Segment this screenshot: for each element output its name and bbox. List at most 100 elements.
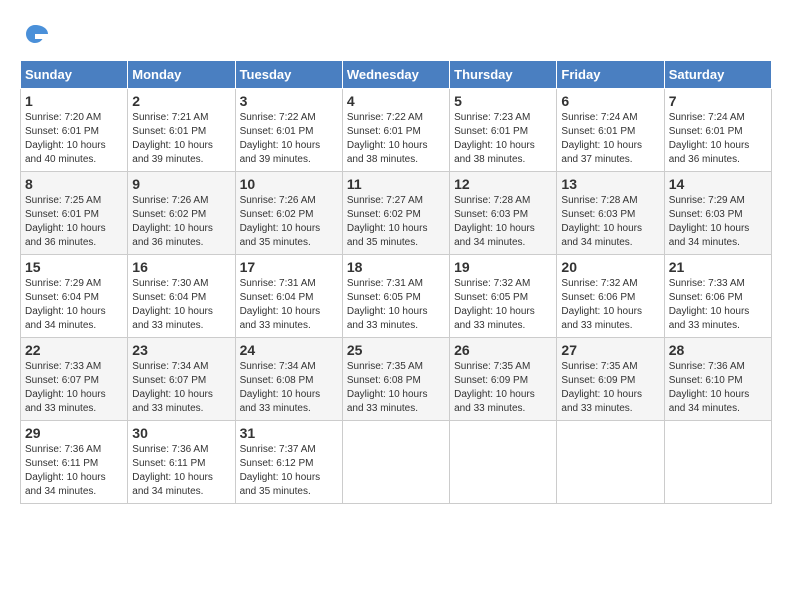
day-info: Sunrise: 7:26 AMSunset: 6:02 PMDaylight:…	[132, 194, 230, 250]
calendar-cell	[450, 421, 557, 504]
day-info: Sunrise: 7:28 AMSunset: 6:03 PMDaylight:…	[561, 194, 659, 250]
calendar-week-row: 15 Sunrise: 7:29 AMSunset: 6:04 PMDayligh…	[21, 255, 772, 338]
calendar-cell	[557, 421, 664, 504]
calendar-cell: 18 Sunrise: 7:31 AMSunset: 6:05 PMDayligh…	[342, 255, 449, 338]
weekday-header-row: SundayMondayTuesdayWednesdayThursdayFrid…	[21, 61, 772, 89]
day-number: 14	[669, 176, 767, 192]
day-number: 18	[347, 259, 445, 275]
day-info: Sunrise: 7:23 AMSunset: 6:01 PMDaylight:…	[454, 111, 552, 167]
day-number: 26	[454, 342, 552, 358]
day-info: Sunrise: 7:27 AMSunset: 6:02 PMDaylight:…	[347, 194, 445, 250]
calendar-cell: 1 Sunrise: 7:20 AMSunset: 6:01 PMDaylight…	[21, 89, 128, 172]
day-number: 12	[454, 176, 552, 192]
day-number: 24	[240, 342, 338, 358]
calendar-week-row: 22 Sunrise: 7:33 AMSunset: 6:07 PMDayligh…	[21, 338, 772, 421]
day-info: Sunrise: 7:35 AMSunset: 6:09 PMDaylight:…	[561, 360, 659, 416]
day-info: Sunrise: 7:36 AMSunset: 6:10 PMDaylight:…	[669, 360, 767, 416]
day-number: 7	[669, 93, 767, 109]
day-info: Sunrise: 7:29 AMSunset: 6:03 PMDaylight:…	[669, 194, 767, 250]
weekday-header-sunday: Sunday	[21, 61, 128, 89]
day-info: Sunrise: 7:33 AMSunset: 6:07 PMDaylight:…	[25, 360, 123, 416]
day-info: Sunrise: 7:31 AMSunset: 6:05 PMDaylight:…	[347, 277, 445, 333]
weekday-header-wednesday: Wednesday	[342, 61, 449, 89]
calendar-cell: 24 Sunrise: 7:34 AMSunset: 6:08 PMDayligh…	[235, 338, 342, 421]
calendar-week-row: 1 Sunrise: 7:20 AMSunset: 6:01 PMDaylight…	[21, 89, 772, 172]
calendar-cell: 30 Sunrise: 7:36 AMSunset: 6:11 PMDayligh…	[128, 421, 235, 504]
calendar-cell: 5 Sunrise: 7:23 AMSunset: 6:01 PMDaylight…	[450, 89, 557, 172]
day-number: 31	[240, 425, 338, 441]
calendar-table: SundayMondayTuesdayWednesdayThursdayFrid…	[20, 60, 772, 504]
day-info: Sunrise: 7:24 AMSunset: 6:01 PMDaylight:…	[669, 111, 767, 167]
day-number: 28	[669, 342, 767, 358]
day-number: 6	[561, 93, 659, 109]
weekday-header-tuesday: Tuesday	[235, 61, 342, 89]
calendar-cell: 4 Sunrise: 7:22 AMSunset: 6:01 PMDaylight…	[342, 89, 449, 172]
calendar-cell: 23 Sunrise: 7:34 AMSunset: 6:07 PMDayligh…	[128, 338, 235, 421]
calendar-cell: 9 Sunrise: 7:26 AMSunset: 6:02 PMDaylight…	[128, 172, 235, 255]
day-number: 2	[132, 93, 230, 109]
page-header	[20, 20, 772, 50]
day-number: 23	[132, 342, 230, 358]
day-info: Sunrise: 7:31 AMSunset: 6:04 PMDaylight:…	[240, 277, 338, 333]
day-number: 9	[132, 176, 230, 192]
day-info: Sunrise: 7:30 AMSunset: 6:04 PMDaylight:…	[132, 277, 230, 333]
calendar-cell: 25 Sunrise: 7:35 AMSunset: 6:08 PMDayligh…	[342, 338, 449, 421]
day-number: 25	[347, 342, 445, 358]
day-info: Sunrise: 7:28 AMSunset: 6:03 PMDaylight:…	[454, 194, 552, 250]
calendar-cell: 14 Sunrise: 7:29 AMSunset: 6:03 PMDayligh…	[664, 172, 771, 255]
calendar-cell: 2 Sunrise: 7:21 AMSunset: 6:01 PMDaylight…	[128, 89, 235, 172]
calendar-cell: 10 Sunrise: 7:26 AMSunset: 6:02 PMDayligh…	[235, 172, 342, 255]
day-info: Sunrise: 7:26 AMSunset: 6:02 PMDaylight:…	[240, 194, 338, 250]
day-number: 29	[25, 425, 123, 441]
calendar-week-row: 29 Sunrise: 7:36 AMSunset: 6:11 PMDayligh…	[21, 421, 772, 504]
calendar-cell: 17 Sunrise: 7:31 AMSunset: 6:04 PMDayligh…	[235, 255, 342, 338]
calendar-cell: 20Sunrise: 7:32 AMSunset: 6:06 PMDayligh…	[557, 255, 664, 338]
day-number: 11	[347, 176, 445, 192]
calendar-cell: 19Sunrise: 7:32 AMSunset: 6:05 PMDayligh…	[450, 255, 557, 338]
calendar-cell: 13Sunrise: 7:28 AMSunset: 6:03 PMDayligh…	[557, 172, 664, 255]
weekday-header-thursday: Thursday	[450, 61, 557, 89]
day-number: 27	[561, 342, 659, 358]
day-info: Sunrise: 7:35 AMSunset: 6:08 PMDaylight:…	[347, 360, 445, 416]
calendar-cell	[342, 421, 449, 504]
day-info: Sunrise: 7:21 AMSunset: 6:01 PMDaylight:…	[132, 111, 230, 167]
day-info: Sunrise: 7:25 AMSunset: 6:01 PMDaylight:…	[25, 194, 123, 250]
day-number: 10	[240, 176, 338, 192]
day-info: Sunrise: 7:35 AMSunset: 6:09 PMDaylight:…	[454, 360, 552, 416]
day-number: 8	[25, 176, 123, 192]
day-info: Sunrise: 7:24 AMSunset: 6:01 PMDaylight:…	[561, 111, 659, 167]
weekday-header-saturday: Saturday	[664, 61, 771, 89]
weekday-header-monday: Monday	[128, 61, 235, 89]
day-number: 16	[132, 259, 230, 275]
day-info: Sunrise: 7:34 AMSunset: 6:08 PMDaylight:…	[240, 360, 338, 416]
day-info: Sunrise: 7:20 AMSunset: 6:01 PMDaylight:…	[25, 111, 123, 167]
day-number: 19	[454, 259, 552, 275]
day-info: Sunrise: 7:36 AMSunset: 6:11 PMDaylight:…	[132, 443, 230, 499]
calendar-cell: 12 Sunrise: 7:28 AMSunset: 6:03 PMDayligh…	[450, 172, 557, 255]
calendar-cell: 21Sunrise: 7:33 AMSunset: 6:06 PMDayligh…	[664, 255, 771, 338]
day-info: Sunrise: 7:22 AMSunset: 6:01 PMDaylight:…	[240, 111, 338, 167]
calendar-cell: 15 Sunrise: 7:29 AMSunset: 6:04 PMDayligh…	[21, 255, 128, 338]
logo	[20, 20, 52, 50]
calendar-cell: 16 Sunrise: 7:30 AMSunset: 6:04 PMDayligh…	[128, 255, 235, 338]
calendar-cell: 7 Sunrise: 7:24 AMSunset: 6:01 PMDaylight…	[664, 89, 771, 172]
calendar-cell: 11 Sunrise: 7:27 AMSunset: 6:02 PMDayligh…	[342, 172, 449, 255]
day-info: Sunrise: 7:37 AMSunset: 6:12 PMDaylight:…	[240, 443, 338, 499]
calendar-cell	[664, 421, 771, 504]
day-number: 1	[25, 93, 123, 109]
day-number: 15	[25, 259, 123, 275]
logo-icon	[20, 20, 50, 50]
calendar-cell: 3 Sunrise: 7:22 AMSunset: 6:01 PMDaylight…	[235, 89, 342, 172]
day-number: 5	[454, 93, 552, 109]
day-number: 3	[240, 93, 338, 109]
day-number: 22	[25, 342, 123, 358]
day-info: Sunrise: 7:32 AMSunset: 6:06 PMDaylight:…	[561, 277, 659, 333]
day-number: 4	[347, 93, 445, 109]
day-number: 30	[132, 425, 230, 441]
day-info: Sunrise: 7:29 AMSunset: 6:04 PMDaylight:…	[25, 277, 123, 333]
calendar-week-row: 8 Sunrise: 7:25 AMSunset: 6:01 PMDaylight…	[21, 172, 772, 255]
day-info: Sunrise: 7:34 AMSunset: 6:07 PMDaylight:…	[132, 360, 230, 416]
calendar-cell: 31 Sunrise: 7:37 AMSunset: 6:12 PMDayligh…	[235, 421, 342, 504]
day-info: Sunrise: 7:22 AMSunset: 6:01 PMDaylight:…	[347, 111, 445, 167]
day-number: 17	[240, 259, 338, 275]
